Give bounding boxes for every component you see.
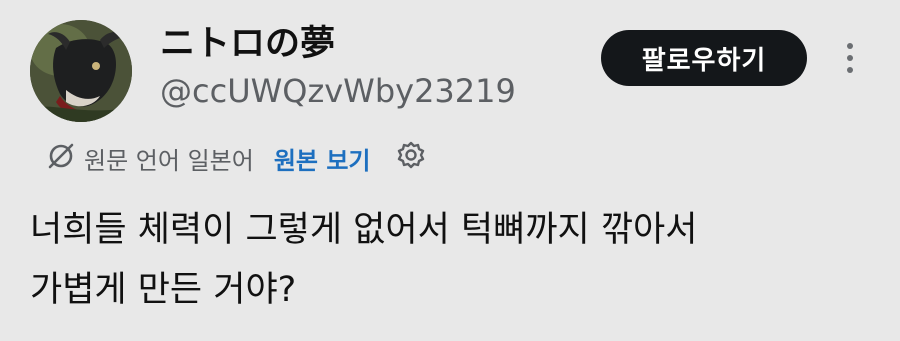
tweet-card: ニトロの夢 @ccUWQzvWby23219 팔로우하기 원문 언어 일본어 원…	[0, 0, 900, 341]
user-handle[interactable]: @ccUWQzvWby23219	[160, 72, 516, 110]
translation-bar: 원문 언어 일본어 원본 보기	[46, 140, 427, 176]
goat-avatar-image	[30, 20, 132, 122]
more-vertical-icon[interactable]	[840, 38, 860, 78]
follow-button[interactable]: 팔로우하기	[601, 30, 807, 86]
avatar[interactable]	[30, 20, 132, 122]
view-original-link[interactable]: 원본 보기	[274, 141, 371, 176]
tweet-text-line: 가볍게 만든 거야?	[30, 270, 297, 310]
tweet-text: 너희들 체력이 그렇게 없어서 턱뼈까지 깎아서 가볍게 만든 거야?	[30, 200, 870, 320]
no-translate-icon	[46, 141, 76, 175]
tweet-text-line: 너희들 체력이 그렇게 없어서 턱뼈까지 깎아서	[30, 210, 698, 250]
display-name[interactable]: ニトロの夢	[160, 24, 335, 64]
source-language-label: 원문 언어 일본어	[84, 146, 254, 175]
gear-icon[interactable]	[395, 140, 427, 176]
